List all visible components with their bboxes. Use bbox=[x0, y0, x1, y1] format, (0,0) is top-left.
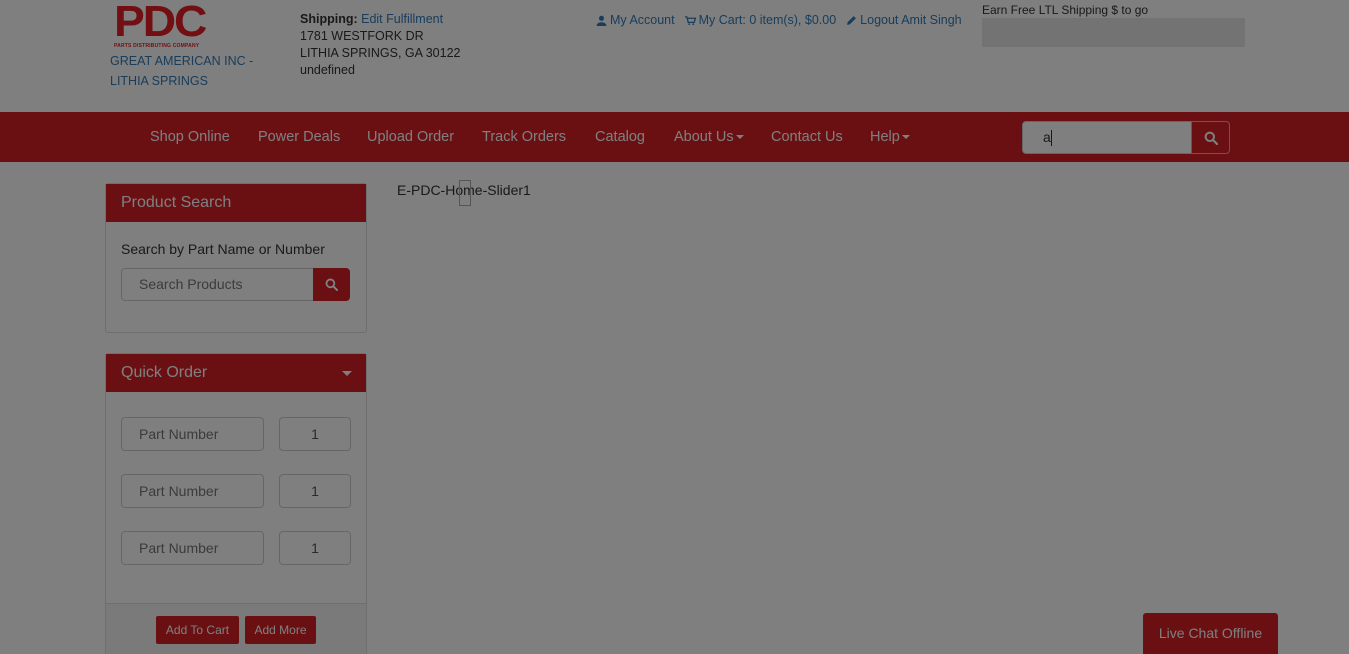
add-to-cart-button[interactable]: Add To Cart bbox=[156, 616, 239, 644]
edit-fulfillment-link[interactable]: Edit Fulfillment bbox=[361, 12, 443, 26]
my-account-link[interactable]: My Account bbox=[596, 13, 675, 27]
ltl-progress-bar bbox=[982, 18, 1245, 47]
nav-power-deals[interactable]: Power Deals bbox=[258, 112, 340, 162]
search-icon bbox=[1204, 131, 1218, 145]
account-links: My Account My Cart: 0 item(s), $0.00 Log… bbox=[596, 13, 962, 27]
quick-order-qty-input[interactable]: 1 bbox=[279, 417, 351, 451]
my-cart-label: My Cart: 0 item(s), $0.00 bbox=[698, 13, 837, 27]
cart-icon bbox=[684, 15, 696, 25]
quick-order-part-input[interactable]: Part Number bbox=[121, 531, 264, 565]
quick-order-header[interactable]: Quick Order bbox=[106, 354, 366, 392]
nav-track-orders[interactable]: Track Orders bbox=[482, 112, 566, 162]
shipping-address-line1: 1781 WESTFORK DR bbox=[300, 29, 424, 43]
site-header: PDC PARTS DISTRIBUTING COMPANY GREAT AME… bbox=[0, 0, 1349, 112]
broken-image-icon bbox=[459, 180, 471, 206]
add-more-button[interactable]: Add More bbox=[245, 616, 316, 644]
nav-upload-order[interactable]: Upload Order bbox=[367, 112, 454, 162]
header-search-input[interactable]: a bbox=[1022, 121, 1192, 154]
pdc-logo[interactable]: PDC PARTS DISTRIBUTING COMPANY bbox=[114, 0, 212, 49]
quick-order-footer: Add To Cart Add More bbox=[106, 603, 366, 654]
quick-order-qty-input[interactable]: 1 bbox=[279, 474, 351, 508]
quick-order-part-input[interactable]: Part Number bbox=[121, 474, 264, 508]
logo-letters: PDC bbox=[114, 0, 207, 46]
caret-down-icon bbox=[901, 135, 910, 140]
product-search-label: Search by Part Name or Number bbox=[121, 241, 325, 257]
search-icon bbox=[325, 278, 338, 291]
text-cursor bbox=[1050, 130, 1052, 147]
pencil-icon bbox=[847, 15, 857, 25]
caret-down-icon bbox=[735, 135, 744, 140]
logout-link[interactable]: Logout Amit Singh bbox=[846, 13, 962, 27]
quick-order-part-input[interactable]: Part Number bbox=[121, 417, 264, 451]
nav-about-us[interactable]: About Us bbox=[674, 112, 744, 162]
company-name-line2: LITHIA SPRINGS bbox=[110, 74, 208, 88]
header-search-button[interactable] bbox=[1191, 121, 1230, 154]
product-search-panel: Product Search Search by Part Name or Nu… bbox=[105, 183, 367, 333]
logout-label: Logout Amit Singh bbox=[860, 13, 962, 27]
main-navbar: Shop Online Power Deals Upload Order Tra… bbox=[0, 112, 1349, 162]
shipping-info: Shipping: Edit Fulfillment 1781 WESTFORK… bbox=[300, 11, 461, 79]
nav-help[interactable]: Help bbox=[870, 112, 910, 162]
company-name[interactable]: GREAT AMERICAN INC - LITHIA SPRINGS bbox=[110, 51, 260, 91]
nav-catalog[interactable]: Catalog bbox=[595, 112, 645, 162]
shipping-address-line2: LITHIA SPRINGS, GA 30122 bbox=[300, 46, 461, 60]
my-account-label: My Account bbox=[610, 13, 675, 27]
shipping-address-line3: undefined bbox=[300, 63, 355, 77]
nav-contact-us[interactable]: Contact Us bbox=[771, 112, 843, 162]
user-icon bbox=[596, 15, 607, 26]
quick-order-title: Quick Order bbox=[121, 364, 208, 381]
company-name-line1: GREAT AMERICAN INC - bbox=[110, 54, 254, 68]
nav-shop-online[interactable]: Shop Online bbox=[150, 112, 230, 162]
live-chat-button[interactable]: Live Chat Offline bbox=[1143, 613, 1278, 654]
quick-order-qty-input[interactable]: 1 bbox=[279, 531, 351, 565]
product-search-input[interactable]: Search Products bbox=[121, 268, 314, 301]
my-cart-link[interactable]: My Cart: 0 item(s), $0.00 bbox=[684, 13, 837, 27]
shipping-label: Shipping: bbox=[300, 12, 358, 26]
product-search-title: Product Search bbox=[106, 184, 366, 222]
quick-order-panel: Quick Order Part Number 1 Part Number 1 … bbox=[105, 353, 367, 654]
ltl-shipping-text: Earn Free LTL Shipping $ to go bbox=[982, 3, 1149, 17]
header-search-value: a bbox=[1043, 129, 1051, 145]
nav-help-label: Help bbox=[870, 129, 900, 145]
product-search-button[interactable] bbox=[313, 268, 350, 301]
nav-about-us-label: About Us bbox=[674, 129, 734, 145]
caret-down-icon bbox=[342, 371, 352, 376]
